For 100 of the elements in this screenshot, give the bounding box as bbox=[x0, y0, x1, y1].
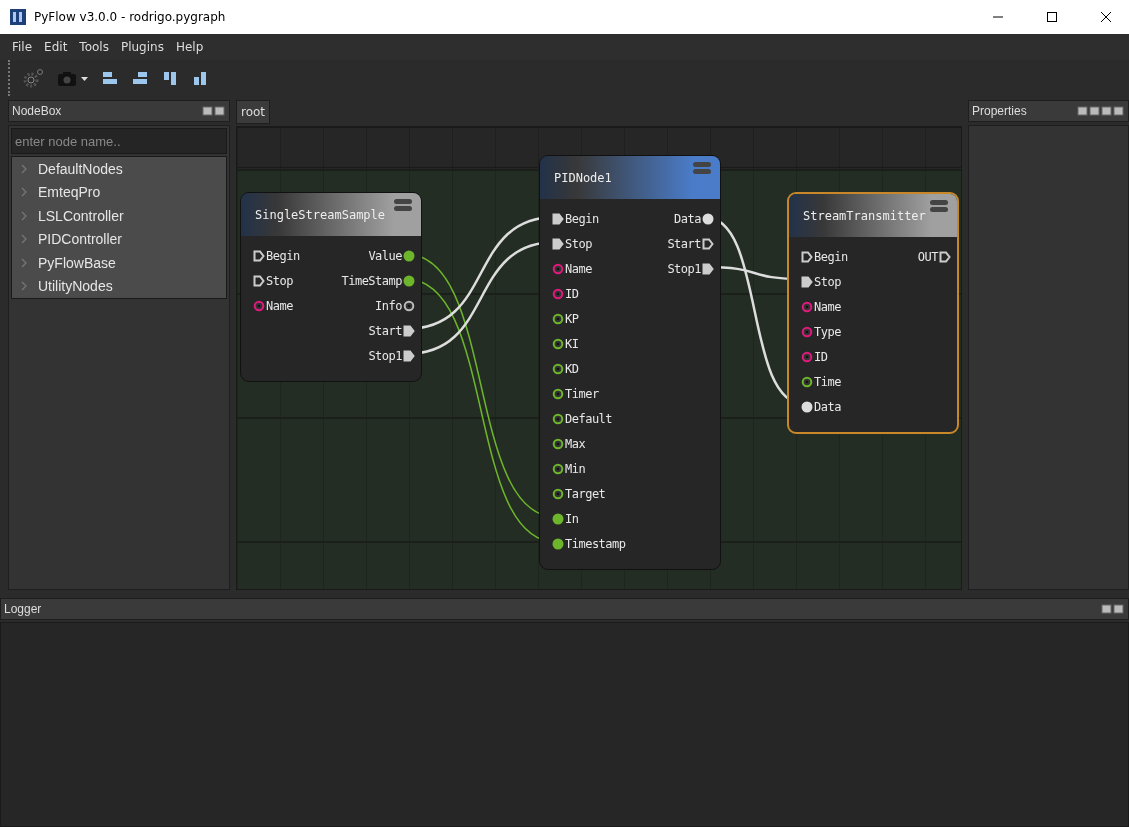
data-pin-icon[interactable] bbox=[702, 212, 714, 225]
align-left-icon[interactable] bbox=[102, 70, 118, 86]
tree-item[interactable]: EmteqPro bbox=[12, 180, 226, 204]
data-pin-icon[interactable] bbox=[552, 462, 564, 475]
exec-pin-icon[interactable] bbox=[801, 275, 813, 288]
node-title: PIDNode1 bbox=[554, 170, 612, 185]
pin-label: ID bbox=[565, 286, 579, 301]
pin-label: Max bbox=[565, 436, 586, 451]
app-icon bbox=[10, 9, 26, 25]
data-pin-icon[interactable] bbox=[552, 512, 564, 525]
pin-label: OUT bbox=[917, 249, 938, 264]
data-pin-icon[interactable] bbox=[801, 400, 813, 413]
panel-title: Properties bbox=[972, 104, 1027, 118]
pin-label: Start bbox=[368, 323, 402, 338]
exec-pin-icon[interactable] bbox=[702, 262, 714, 275]
pin-label: Name bbox=[565, 261, 592, 276]
pin-label: Value bbox=[368, 248, 402, 263]
pin-label: Min bbox=[565, 461, 586, 476]
data-pin-icon[interactable] bbox=[801, 375, 813, 388]
data-pin-icon[interactable] bbox=[552, 412, 564, 425]
pin-label: In bbox=[565, 511, 579, 526]
exec-pin-icon[interactable] bbox=[253, 274, 265, 287]
pin-label: ID bbox=[814, 349, 828, 364]
exec-pin-icon[interactable] bbox=[939, 250, 951, 263]
data-pin-icon[interactable] bbox=[552, 337, 564, 350]
exec-pin-icon[interactable] bbox=[403, 349, 415, 362]
graph-tab[interactable]: root bbox=[236, 100, 271, 124]
collapse-icon[interactable] bbox=[929, 199, 949, 213]
window-title: PyFlow v3.0.0 - rodrigo.pygraph bbox=[34, 10, 227, 24]
pin-label: Begin bbox=[266, 248, 300, 263]
data-pin-icon[interactable] bbox=[552, 387, 564, 400]
close-icon[interactable] bbox=[1101, 12, 1111, 22]
exec-pin-icon[interactable] bbox=[801, 250, 813, 263]
pin-label: KP bbox=[565, 311, 579, 326]
node-card[interactable]: StreamTransmitter Begin Stop Name Type ID Time Data OUT bbox=[787, 192, 959, 434]
menu-item[interactable]: Edit bbox=[40, 40, 72, 54]
tree-item[interactable]: PIDController bbox=[12, 227, 226, 251]
pin-label: Data bbox=[814, 399, 841, 414]
pin-label: Timestamp bbox=[565, 536, 626, 551]
menu-item[interactable]: File bbox=[8, 40, 37, 54]
align-right-icon[interactable] bbox=[132, 70, 148, 86]
pin-label: Stop bbox=[266, 273, 293, 288]
node-card[interactable]: SingleStreamSample Begin Stop Name Value TimeStamp Info Start Stop1 bbox=[240, 192, 422, 382]
node-header[interactable]: StreamTransmitter bbox=[789, 194, 957, 237]
pin-label: Name bbox=[266, 298, 293, 313]
pin-label: Start bbox=[667, 236, 701, 251]
pin-label: Begin bbox=[565, 211, 599, 226]
pin-label: Time bbox=[814, 374, 841, 389]
collapse-icon[interactable] bbox=[393, 198, 413, 212]
data-pin-icon[interactable] bbox=[552, 362, 564, 375]
node-title: SingleStreamSample bbox=[255, 207, 386, 222]
pin-label: Stop bbox=[814, 274, 841, 289]
dock-buttons-icon[interactable] bbox=[1077, 106, 1125, 116]
node-header[interactable]: PIDNode1 bbox=[540, 156, 720, 199]
data-pin-icon[interactable] bbox=[552, 537, 564, 550]
exec-pin-icon[interactable] bbox=[253, 249, 265, 262]
panel-title: NodeBox bbox=[12, 104, 62, 118]
data-pin-icon[interactable] bbox=[552, 487, 564, 500]
data-pin-icon[interactable] bbox=[552, 437, 564, 450]
dock-buttons-icon[interactable] bbox=[202, 106, 226, 116]
pin-label: Data bbox=[674, 211, 701, 226]
tree-item[interactable]: PyFlowBase bbox=[12, 251, 226, 275]
pin-label: KI bbox=[565, 336, 579, 351]
tree-item[interactable]: UtilityNodes bbox=[12, 274, 226, 298]
pin-label: Type bbox=[814, 324, 841, 339]
exec-pin-icon[interactable] bbox=[403, 324, 415, 337]
camera-icon[interactable] bbox=[58, 70, 88, 86]
data-pin-icon[interactable] bbox=[403, 274, 415, 287]
pin-label: Begin bbox=[814, 249, 848, 264]
maximize-icon[interactable] bbox=[1047, 12, 1057, 22]
pin-label: Timer bbox=[565, 386, 599, 401]
search-field[interactable]: enter node name.. bbox=[11, 128, 227, 154]
menu-item[interactable]: Help bbox=[171, 40, 208, 54]
exec-pin-icon[interactable] bbox=[552, 212, 564, 225]
gear-icon[interactable] bbox=[22, 68, 44, 88]
pin-label: Stop1 bbox=[368, 348, 402, 363]
node-title: StreamTransmitter bbox=[803, 208, 926, 223]
tree-item[interactable]: LSLController bbox=[12, 204, 226, 228]
panel-title: Logger bbox=[4, 602, 42, 616]
pin-label: Stop bbox=[565, 236, 592, 251]
menu-item[interactable]: Plugins bbox=[116, 40, 168, 54]
pin-label: Target bbox=[565, 486, 606, 501]
tree-item[interactable]: DefaultNodes bbox=[12, 157, 226, 181]
pin-label: Default bbox=[565, 411, 613, 426]
data-pin-icon[interactable] bbox=[403, 299, 415, 312]
data-pin-icon[interactable] bbox=[403, 249, 415, 262]
pin-label: TimeStamp bbox=[341, 273, 402, 288]
pin-label: KD bbox=[565, 361, 579, 376]
align-top-icon[interactable] bbox=[162, 70, 178, 86]
exec-pin-icon[interactable] bbox=[702, 237, 714, 250]
pin-label: Info bbox=[375, 298, 402, 313]
data-pin-icon[interactable] bbox=[552, 312, 564, 325]
menu-item[interactable]: Tools bbox=[75, 40, 113, 54]
align-bottom-icon[interactable] bbox=[192, 70, 208, 86]
node-header[interactable]: SingleStreamSample bbox=[241, 193, 421, 236]
pin-label: Stop1 bbox=[667, 261, 701, 276]
exec-pin-icon[interactable] bbox=[552, 237, 564, 250]
pin-label: Name bbox=[814, 299, 841, 314]
dock-buttons-icon[interactable] bbox=[1101, 604, 1125, 614]
node-card[interactable]: PIDNode1 Begin Stop Name ID KP KI KD Timer Default Max Min Target In Timestamp Data Start Stop1 bbox=[539, 155, 721, 570]
